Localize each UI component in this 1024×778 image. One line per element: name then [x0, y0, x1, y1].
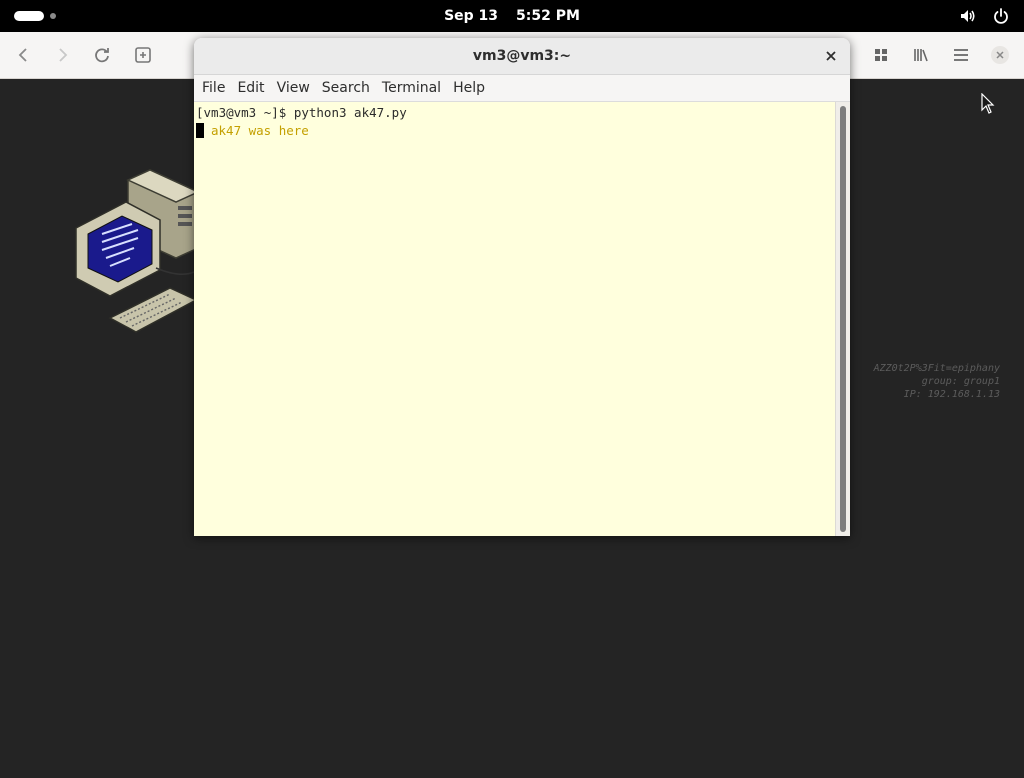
close-icon[interactable] — [989, 44, 1011, 66]
scrollbar-thumb[interactable] — [840, 106, 846, 532]
grid-icon[interactable] — [870, 44, 892, 66]
terminal-output-text: ak47 was here — [211, 123, 309, 138]
watermark-line-group: group: group1 — [921, 376, 1000, 387]
clock[interactable]: Sep 13 5:52 PM — [0, 0, 1024, 32]
terminal-window[interactable]: vm3@vm3:~ File Edit View Search Terminal Help… — [194, 38, 850, 536]
library-icon[interactable] — [910, 44, 932, 66]
forward-arrow-icon[interactable] — [52, 44, 74, 66]
menu-view[interactable]: View — [273, 75, 314, 101]
menu-terminal[interactable]: Terminal — [378, 75, 445, 101]
reload-icon[interactable] — [91, 44, 113, 66]
menu-help[interactable]: Help — [449, 75, 489, 101]
menu-edit[interactable]: Edit — [233, 75, 268, 101]
system-tray[interactable] — [949, 7, 1010, 25]
clock-date: Sep 13 — [444, 8, 499, 24]
clock-time: 5:52 PM — [516, 8, 580, 24]
watermark-line-url: AZZ0t2P%3Fit=epiphany — [873, 363, 1000, 374]
power-icon[interactable] — [992, 7, 1010, 25]
menu-search[interactable]: Search — [318, 75, 374, 101]
close-window-button[interactable] — [822, 47, 840, 65]
text-cursor — [196, 123, 204, 138]
computer-desktop-icon[interactable] — [70, 168, 200, 338]
terminal-title: vm3@vm3:~ — [472, 48, 572, 64]
terminal-command-line: [vm3@vm3 ~]$ python3 ak47.py — [196, 105, 407, 120]
back-arrow-icon[interactable] — [12, 44, 34, 66]
terminal-menubar: File Edit View Search Terminal Help — [194, 75, 850, 102]
terminal-titlebar[interactable]: vm3@vm3:~ — [194, 38, 850, 75]
close-icon — [826, 51, 836, 61]
new-tab-icon[interactable] — [132, 44, 154, 66]
terminal-output-line: ak47 was here — [196, 122, 309, 140]
terminal-scrollbar[interactable] — [835, 102, 850, 536]
hamburger-menu-icon[interactable] — [950, 44, 972, 66]
watermark-line-ip: IP: 192.168.1.13 — [903, 389, 1000, 400]
menu-file[interactable]: File — [198, 75, 229, 101]
mouse-pointer-icon — [981, 93, 995, 114]
volume-icon[interactable] — [959, 7, 977, 25]
computer-icon — [75, 169, 200, 333]
terminal-output-area[interactable]: [vm3@vm3 ~]$ python3 ak47.py ak47 was he… — [194, 102, 836, 536]
top-bar: Sep 13 5:52 PM — [0, 0, 1024, 32]
desktop-watermark: AZZ0t2P%3Fit=epiphany group: group1 IP: … — [874, 362, 1000, 401]
